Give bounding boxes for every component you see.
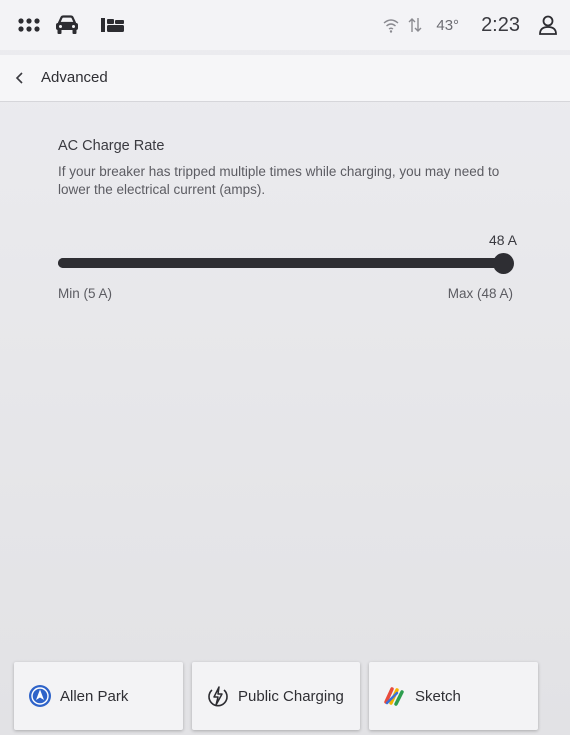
- section-title: AC Charge Rate: [58, 138, 165, 154]
- dock-item-sketch[interactable]: Sketch: [369, 662, 538, 730]
- dock-item-allen-park[interactable]: Allen Park: [14, 662, 183, 730]
- charge-rate-slider-fill: [58, 258, 513, 268]
- car-icon[interactable]: [54, 14, 80, 36]
- dock-item-label: Public Charging: [238, 687, 344, 705]
- clock: 2:23: [481, 13, 520, 36]
- section-description: If your breaker has tripped multiple tim…: [58, 164, 500, 197]
- user-profile-icon[interactable]: [538, 14, 558, 36]
- navigation-icon: [28, 684, 52, 708]
- charging-bolt-icon: [206, 684, 230, 708]
- slider-value-label: 48 A: [488, 232, 517, 248]
- status-bar: 43° 2:23: [0, 0, 570, 50]
- sketch-app-icon: [383, 684, 407, 708]
- wifi-icon: [382, 16, 400, 34]
- slider-min-label: Min (5 A): [58, 286, 113, 301]
- charge-rate-slider-thumb[interactable]: [493, 253, 514, 274]
- charge-rate-slider-track[interactable]: [58, 258, 513, 268]
- header-bar: Advanced: [0, 55, 570, 102]
- temperature: 43°: [436, 16, 460, 34]
- dock-item-label: Allen Park: [60, 687, 129, 705]
- status-bar-left: [18, 14, 126, 36]
- bottom-dock: Allen Park Public Charging Sketch: [0, 660, 570, 735]
- dock-item-public-charging[interactable]: Public Charging: [192, 662, 360, 730]
- page-title: Advanced: [41, 69, 108, 86]
- status-bar-right: 43° 2:23: [382, 12, 558, 38]
- seat-icon[interactable]: [100, 14, 126, 36]
- chevron-left-icon[interactable]: [10, 67, 32, 89]
- dock-item-label: Sketch: [415, 687, 461, 705]
- data-transfer-icon: [406, 16, 424, 34]
- slider-max-label: Max (48 A): [447, 286, 513, 301]
- apps-grid-icon[interactable]: [18, 14, 40, 36]
